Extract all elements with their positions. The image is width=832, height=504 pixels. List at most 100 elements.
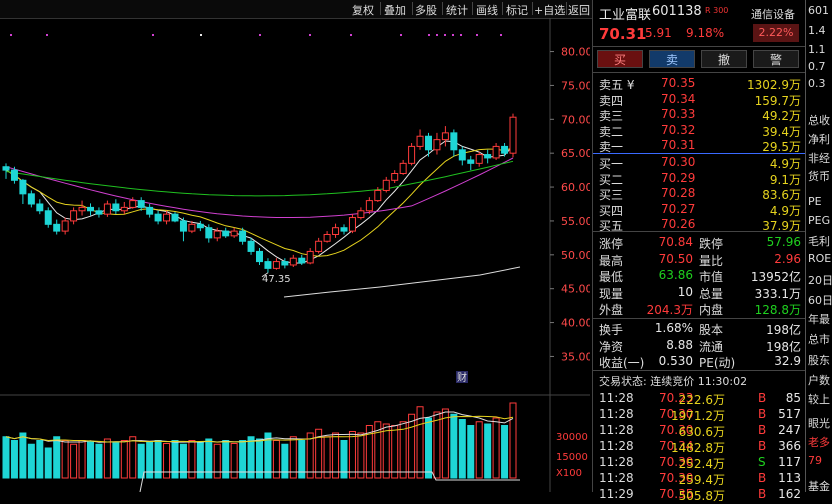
fuquan-button[interactable]: 复权: [352, 2, 374, 18]
tick-row[interactable]: 11:28 70.34 1482.8万 B 366: [593, 438, 805, 455]
tick-row[interactable]: 11:28 70.30 259.4万 B 113: [593, 470, 805, 487]
row-price: 70.27: [661, 201, 696, 216]
tick-time: 11:28: [599, 423, 634, 437]
cancel-order-button[interactable]: 撤: [701, 50, 747, 68]
bid-row[interactable]: 买四 70.27 4.9万: [593, 201, 805, 218]
volume-bar: [179, 443, 187, 479]
volume-bar: [44, 447, 52, 479]
add-watchlist-button[interactable]: +自选: [534, 2, 565, 18]
price-tick-label: 60.00: [561, 181, 590, 194]
kline-chart[interactable]: 80.00 75.00 70.00 65.00 60.00 55.00 50.00 45.00…: [0, 18, 590, 492]
candle-body: [256, 250, 263, 263]
stat-value: 32.9: [774, 354, 801, 368]
back-button[interactable]: 返回: [568, 2, 590, 18]
bid-row[interactable]: 买三 70.28 83.6万: [593, 185, 805, 202]
tick-row[interactable]: 11:29 70.35 505.8万 B 162: [593, 486, 805, 503]
tick-volume: 505.8万: [678, 489, 725, 503]
ask-row[interactable]: 卖二 70.32 39.4万: [593, 122, 805, 139]
stat-value: 128.8万: [754, 303, 801, 317]
sector-label[interactable]: 通信设备: [751, 6, 795, 22]
tick-count: 517: [778, 407, 801, 421]
volume-bar: [2, 436, 10, 479]
f10-line: 户数: [808, 374, 830, 387]
volume-bar: [433, 411, 441, 479]
stat-value: 63.86: [658, 268, 693, 282]
f10-line: 眼光: [808, 417, 830, 430]
candle-body: [112, 203, 120, 212]
price-tick-label: 35.00: [561, 350, 590, 363]
f10-line: 总收: [808, 114, 830, 127]
candle-body: [213, 230, 221, 239]
candle-body: [399, 162, 407, 175]
tick-row[interactable]: 11:28 70.30 630.6万 B 247: [593, 422, 805, 439]
f10-line: ROE: [808, 252, 832, 265]
stat-label: 涨停: [599, 237, 624, 251]
volume-bar: [332, 432, 340, 479]
ask-row[interactable]: 卖三 70.33 49.2万: [593, 106, 805, 123]
overlay-button[interactable]: 叠加: [384, 2, 406, 18]
volume-bar: [36, 440, 44, 479]
buy-button[interactable]: 买: [597, 50, 643, 68]
candle-body: [374, 189, 382, 202]
ask-row[interactable]: 卖一 70.31 29.5万: [593, 137, 805, 154]
candle-body: [272, 261, 280, 269]
tick-time: 11:28: [599, 471, 634, 485]
ask-row[interactable]: 卖五 ¥ 70.35 1302.9万: [593, 75, 805, 92]
stat-label: 股本: [699, 323, 724, 337]
multi-stock-button[interactable]: 多股: [415, 2, 437, 18]
ma120-line: [283, 266, 521, 298]
tick-row[interactable]: 11:28 70.30 1971.2万 B 517: [593, 406, 805, 423]
f10-line: 20日: [808, 274, 832, 287]
ask-row[interactable]: 卖四 70.34 159.7万: [593, 91, 805, 108]
price-axis: 80.00 75.00 70.00 65.00 60.00 55.00 50.00 45.00…: [550, 46, 590, 363]
candle-body: [146, 206, 154, 215]
sell-button[interactable]: 卖: [649, 50, 695, 68]
price-change: 5.91: [645, 26, 672, 40]
price-change-pct: 9.18%: [686, 26, 725, 40]
row-price: 70.35: [661, 76, 696, 90]
tick-time: 11:28: [599, 455, 634, 469]
bid-row[interactable]: 买二 70.29 9.1万: [593, 170, 805, 187]
event-dot: [476, 34, 478, 36]
volume-bar: [391, 425, 399, 479]
draw-line-button[interactable]: 画线: [476, 2, 498, 18]
vol-label-15000: 15000: [556, 452, 588, 463]
divider: [442, 2, 443, 15]
divider: [532, 2, 533, 15]
chart-grid: [0, 18, 590, 492]
candle-body: [382, 179, 390, 191]
volume-bar: [78, 440, 86, 479]
divider: [412, 2, 413, 15]
tick-direction: B: [758, 439, 767, 453]
stat-value: 8.88: [666, 337, 693, 352]
alert-button[interactable]: 警: [753, 50, 799, 68]
volume-bar: [509, 402, 517, 479]
mark-button[interactable]: 标记: [506, 2, 528, 18]
volume-bar: [61, 440, 69, 479]
divider: [502, 2, 503, 15]
candle-body: [501, 145, 509, 154]
row-price: 70.29: [661, 170, 696, 185]
tick-time: 11:28: [599, 407, 634, 421]
candle-body: [298, 257, 306, 264]
candle-body: [416, 135, 424, 147]
volume-bar: [399, 421, 407, 479]
candle-body: [53, 223, 61, 232]
volume-bar: [281, 443, 289, 479]
volume-bar: [475, 421, 483, 479]
tick-row[interactable]: 11:28 70.23 222.6万 B 85: [593, 390, 805, 407]
divider: [566, 2, 567, 15]
candle-body: [348, 217, 356, 232]
price-tick-label: 65.00: [561, 147, 590, 160]
tick-count: 366: [778, 439, 801, 453]
vol-label-30000: 30000: [556, 432, 588, 443]
bid-row[interactable]: 买一 70.30 4.9万: [593, 154, 805, 171]
stats-button[interactable]: 统计: [446, 2, 468, 18]
stat-label: 收益(一): [599, 356, 645, 370]
tick-row[interactable]: 11:28 70.30 252.4万 S 117: [593, 454, 805, 471]
event-dot: [259, 34, 261, 36]
stat-label: 量比: [699, 253, 724, 268]
candle-body: [264, 261, 272, 269]
stat-value: 13952亿: [750, 270, 801, 284]
candle-body: [70, 210, 78, 222]
